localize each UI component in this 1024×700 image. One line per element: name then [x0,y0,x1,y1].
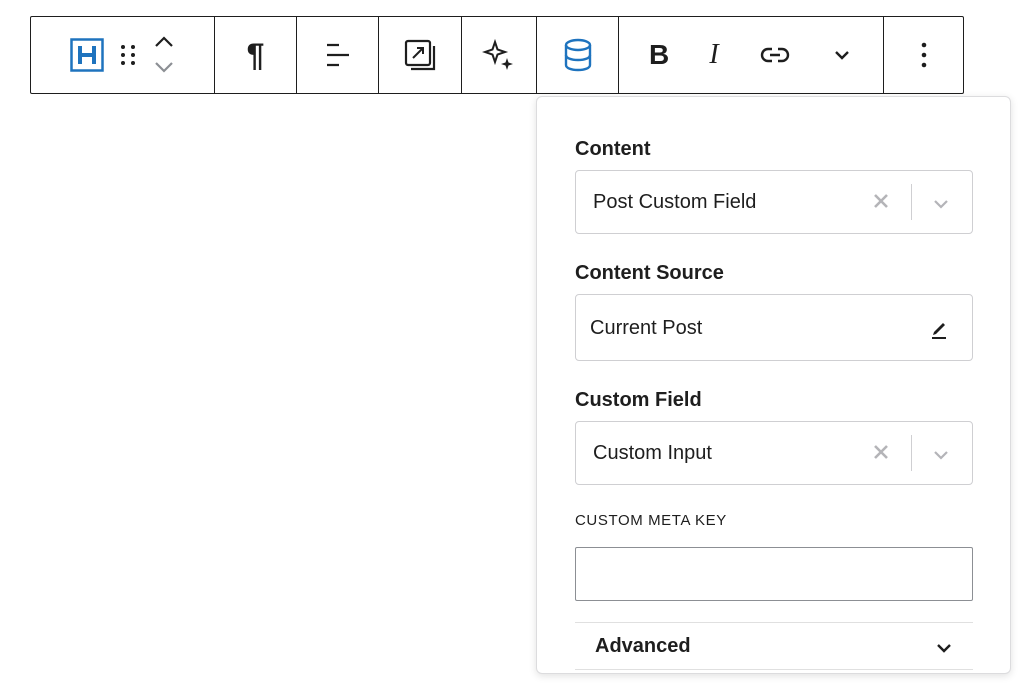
block-group [31,17,215,93]
italic-button[interactable]: I [709,17,718,93]
chevron-down-icon [835,51,849,60]
paragraph-button[interactable]: ¶ [247,17,265,93]
content-source-label: Content Source [575,262,724,284]
dynamic-data-button[interactable] [563,17,593,93]
resize-icon [404,39,436,71]
italic-icon: I [709,39,719,70]
custom-meta-key-input[interactable] [575,547,973,601]
heading-icon [69,38,104,72]
clear-icon[interactable] [870,190,892,212]
dynamic-data-popover: Content Post Custom Field Content Source… [536,96,1011,674]
select-separator [911,435,912,471]
align-group [297,17,379,93]
database-icon [564,38,591,72]
more-formats-button[interactable] [831,17,853,93]
more-options-icon [921,42,926,68]
edit-pencil-icon[interactable] [928,317,950,339]
content-label: Content [575,138,651,160]
bold-button[interactable]: B [649,17,669,93]
custom-field-value: Custom Input [593,442,712,464]
align-icon [326,43,349,67]
paragraph-icon: ¶ [246,37,265,73]
link-button[interactable] [759,17,791,93]
select-separator [911,184,912,220]
content-source-select[interactable]: Current Post [575,294,973,361]
block-toolbar: ¶ B I [30,16,964,94]
content-source-value: Current Post [590,317,703,339]
ai-group [462,17,537,93]
advanced-toggle[interactable]: Advanced [575,623,973,669]
chevron-down-icon [937,644,951,653]
chevron-down-icon[interactable] [930,193,952,215]
bold-icon: B [649,39,670,70]
move-up-down-button[interactable] [152,17,176,93]
drag-handle-icon [120,45,135,65]
transform-group: ¶ [215,17,297,93]
align-button[interactable] [323,17,353,93]
heading-block-button[interactable] [69,17,104,93]
ai-sparkle-button[interactable] [482,17,516,93]
divider [575,669,973,670]
custom-field-label: Custom Field [575,389,702,411]
chevron-down-icon[interactable] [930,444,952,466]
custom-meta-key-label: CUSTOM META KEY [575,512,727,529]
resize-button[interactable] [403,17,437,93]
clear-icon[interactable] [870,441,892,463]
custom-field-select[interactable]: Custom Input [575,421,973,485]
sparkle-icon [482,38,513,70]
format-group: B I [619,17,884,93]
dynamic-data-group [537,17,619,93]
advanced-label: Advanced [595,635,691,657]
more-options-button[interactable] [919,17,929,93]
link-icon [760,47,790,63]
drag-handle-button[interactable] [118,17,138,93]
options-group [884,17,963,93]
move-up-down-icon [154,36,173,73]
content-select-value: Post Custom Field [593,191,757,213]
content-select[interactable]: Post Custom Field [575,170,973,234]
resize-group [379,17,462,93]
